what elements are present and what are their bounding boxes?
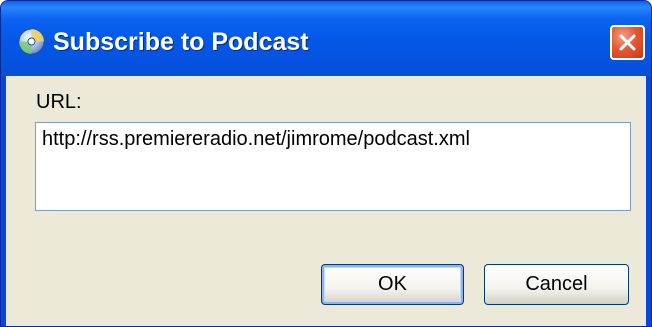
url-field[interactable]: http://rss.premiereradio.net/jimrome/pod…	[35, 122, 631, 211]
dialog-body: URL: http://rss.premiereradio.net/jimrom…	[6, 76, 646, 326]
ok-button[interactable]: OK	[321, 264, 464, 305]
url-label: URL:	[36, 91, 82, 113]
title-bar[interactable]: Subscribe to Podcast	[1, 1, 651, 76]
close-icon	[619, 34, 636, 51]
close-button[interactable]	[610, 25, 645, 60]
window-title: Subscribe to Podcast	[53, 28, 309, 56]
subscribe-dialog: Subscribe to Podcast URL: http://rss.pre…	[0, 0, 652, 327]
cancel-button[interactable]: Cancel	[484, 264, 629, 305]
podcast-disc-icon	[18, 28, 45, 55]
